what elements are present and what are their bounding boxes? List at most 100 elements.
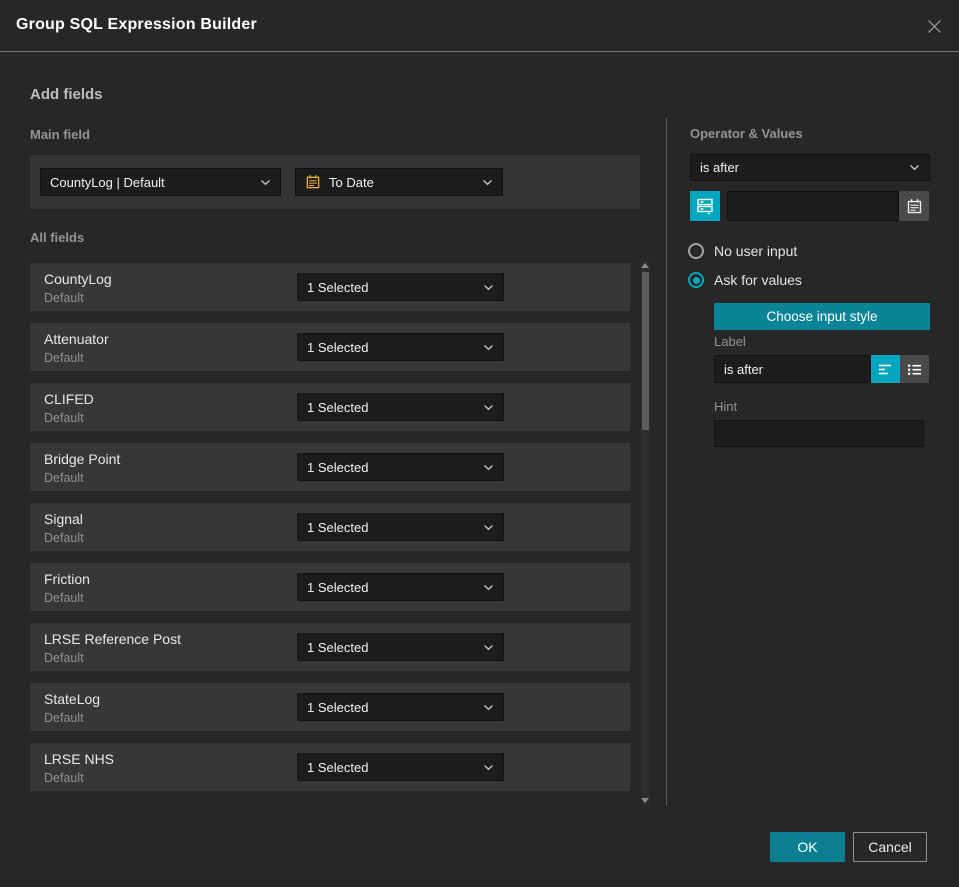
cancel-button[interactable]: Cancel [853, 832, 927, 862]
field-subtitle: Default [44, 471, 84, 485]
chevron-down-icon [483, 464, 494, 471]
chevron-down-icon [483, 524, 494, 531]
label-input[interactable] [714, 355, 871, 383]
no-user-input-radio[interactable]: No user input [688, 243, 797, 259]
field-row: CLIFED Default 1 Selected [30, 383, 630, 431]
field-values-select-value: 1 Selected [307, 279, 369, 295]
date-mode-select[interactable]: To Date [295, 168, 503, 196]
field-name: LRSE NHS [44, 751, 115, 767]
field-subtitle: Default [44, 291, 84, 305]
main-field-select-value: CountyLog | Default [50, 174, 165, 190]
field-row: Attenuator Default 1 Selected [30, 323, 630, 371]
field-subtitle: Default [44, 711, 84, 725]
value-input[interactable] [727, 191, 899, 221]
field-values-select[interactable]: 1 Selected [297, 753, 504, 781]
ask-for-values-radio[interactable]: Ask for values [688, 272, 802, 288]
field-name: CountyLog [44, 271, 112, 287]
fields-scrollbar[interactable] [641, 261, 650, 805]
field-row: StateLog Default 1 Selected [30, 683, 630, 731]
close-icon [927, 19, 941, 33]
field-values-select-value: 1 Selected [307, 579, 369, 595]
field-values-select[interactable]: 1 Selected [297, 453, 504, 481]
group-sql-expression-builder-dialog: Group SQL Expression Builder Add fields … [0, 0, 959, 887]
list-style-button[interactable] [900, 355, 929, 383]
align-left-icon [879, 364, 891, 374]
field-subtitle: Default [44, 771, 84, 785]
field-row: LRSE Reference Post Default 1 Selected [30, 623, 630, 671]
add-fields-heading: Add fields [30, 86, 103, 103]
field-name: StateLog [44, 691, 101, 707]
field-row: LRSE NHS Default 1 Selected [30, 743, 630, 791]
radio-unchecked-icon [688, 243, 704, 259]
field-name: Friction [44, 571, 90, 587]
ask-for-values-label: Ask for values [714, 272, 802, 288]
field-values-select-value: 1 Selected [307, 519, 369, 535]
chevron-down-icon [909, 164, 920, 171]
chevron-down-icon [483, 584, 494, 591]
radio-checked-icon [688, 272, 704, 288]
field-subtitle: Default [44, 591, 84, 605]
chevron-down-icon [483, 764, 494, 771]
list-icon [908, 364, 921, 375]
main-field-row: CountyLog | Default To Date [30, 155, 640, 209]
chevron-down-icon [483, 704, 494, 711]
field-values-select-value: 1 Selected [307, 759, 369, 775]
field-row: Bridge Point Default 1 Selected [30, 443, 630, 491]
field-values-select[interactable]: 1 Selected [297, 573, 504, 601]
ok-button[interactable]: OK [770, 832, 845, 862]
field-row: CountyLog Default 1 Selected [30, 263, 630, 311]
field-values-select-value: 1 Selected [307, 699, 369, 715]
no-user-input-label: No user input [714, 243, 798, 259]
field-name: Attenuator [44, 331, 109, 347]
field-values-select[interactable]: 1 Selected [297, 393, 504, 421]
label-caption: Label [714, 334, 746, 349]
field-values-select[interactable]: 1 Selected [297, 633, 504, 661]
chevron-down-icon [483, 284, 494, 291]
field-subtitle: Default [44, 651, 84, 665]
main-field-select[interactable]: CountyLog | Default [40, 168, 281, 196]
field-name: LRSE Reference Post [44, 631, 181, 647]
field-name: CLIFED [44, 391, 94, 407]
stacked-input-icon [697, 198, 713, 215]
field-values-select[interactable]: 1 Selected [297, 693, 504, 721]
field-row: Friction Default 1 Selected [30, 563, 630, 611]
field-subtitle: Default [44, 411, 84, 425]
scrollbar-thumb[interactable] [642, 272, 649, 430]
field-values-select-value: 1 Selected [307, 459, 369, 475]
date-mode-select-value: To Date [329, 174, 374, 190]
main-field-label: Main field [30, 127, 90, 142]
calendar-icon [305, 174, 321, 190]
scroll-down-icon[interactable] [641, 798, 649, 803]
field-values-select-value: 1 Selected [307, 399, 369, 415]
field-name: Bridge Point [44, 451, 121, 467]
calendar-icon [907, 198, 921, 213]
operator-select[interactable]: is after [690, 154, 930, 181]
field-row: Signal Default 1 Selected [30, 503, 630, 551]
single-line-style-button[interactable] [871, 355, 900, 383]
all-fields-label: All fields [30, 230, 85, 245]
chevron-down-icon [483, 644, 494, 651]
value-input-type-button[interactable] [690, 191, 720, 221]
operator-select-value: is after [700, 160, 740, 175]
hint-caption: Hint [714, 399, 738, 414]
field-values-select-value: 1 Selected [307, 639, 369, 655]
field-values-select[interactable]: 1 Selected [297, 333, 504, 361]
chevron-down-icon [483, 344, 494, 351]
field-values-select-value: 1 Selected [307, 339, 369, 355]
operator-values-label: Operator & Values [690, 126, 803, 141]
chevron-down-icon [483, 404, 494, 411]
field-subtitle: Default [44, 531, 84, 545]
chevron-down-icon [260, 179, 271, 186]
panel-divider [666, 118, 667, 806]
dialog-title: Group SQL Expression Builder [16, 16, 257, 33]
field-values-select[interactable]: 1 Selected [297, 513, 504, 541]
field-values-select[interactable]: 1 Selected [297, 273, 504, 301]
title-bar: Group SQL Expression Builder [0, 0, 959, 52]
field-subtitle: Default [44, 351, 84, 365]
choose-input-style-button[interactable]: Choose input style [714, 303, 930, 330]
close-button[interactable] [924, 16, 944, 36]
all-fields-list: CountyLog Default 1 Selected Attenuator Defa… [30, 263, 630, 803]
hint-input[interactable] [714, 420, 924, 447]
date-picker-button[interactable] [899, 191, 929, 221]
scroll-up-icon[interactable] [641, 263, 649, 268]
